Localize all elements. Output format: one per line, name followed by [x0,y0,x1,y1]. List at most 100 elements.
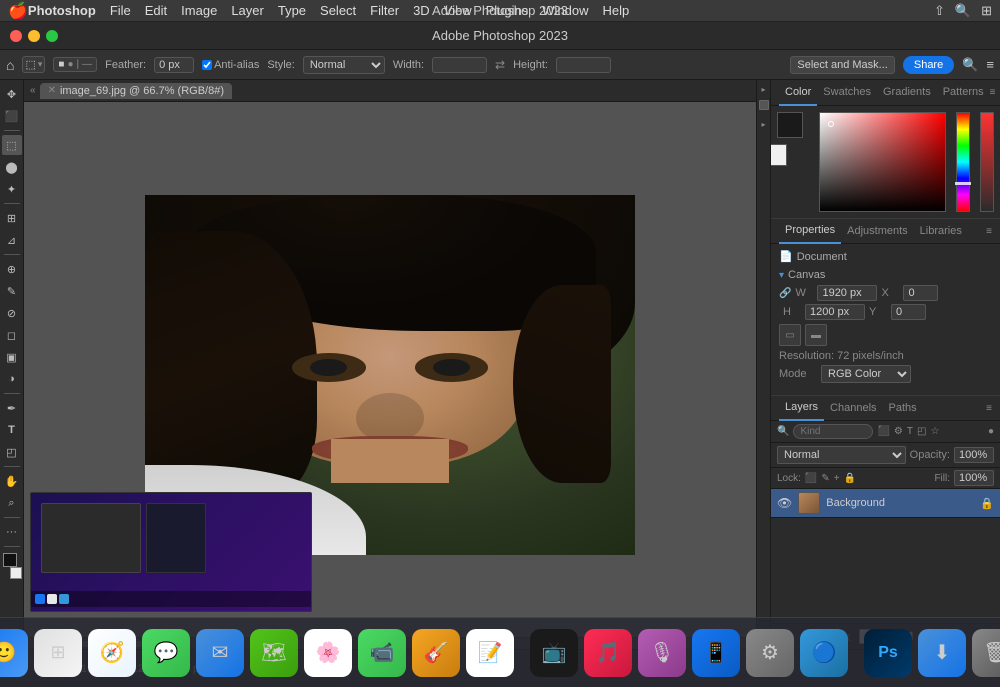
artboard-tool[interactable]: ⬛ [2,106,22,126]
text-tool[interactable]: T [2,420,22,440]
props-panel-collapse[interactable]: ≡ [986,226,992,237]
brush-tool[interactable]: ✎ [2,281,22,301]
hand-tool[interactable]: ✋ [2,471,22,491]
share-button[interactable]: Share [903,56,954,74]
swatches-tab[interactable]: Swatches [817,80,877,106]
paths-tab[interactable]: Paths [883,395,923,421]
color-alpha[interactable] [980,112,994,212]
landscape-icon[interactable]: ▬ [805,324,827,346]
lock-artboard-icon[interactable]: + [834,473,840,484]
photos-dock-icon[interactable]: 🌸 [304,629,352,677]
libraries-tab[interactable]: Libraries [914,218,968,244]
menu-file[interactable]: File [110,3,131,18]
foreground-color[interactable] [3,553,17,567]
marquee-dropdown[interactable]: ▾ [38,59,43,70]
background-layer[interactable]: 👁 Background 🔒 [771,489,1000,518]
layers-panel-collapse[interactable]: ≡ [986,403,992,414]
apple-menu[interactable]: 🍎 [8,1,28,21]
filter-shape-icon[interactable]: ◰ [917,426,926,437]
move-tool[interactable]: ✥ [2,84,22,104]
menu-3d[interactable]: 3D [413,3,430,18]
close-button[interactable] [10,30,22,42]
launchpad-dock-icon[interactable]: ⊞ [34,629,82,677]
minimize-button[interactable] [28,30,40,42]
lock-pixels-icon[interactable]: ⬛ [805,473,817,484]
filter-smart-icon[interactable]: ☆ [930,426,939,437]
filter-toggle[interactable]: ● [988,426,994,437]
style-select[interactable]: Normal Fixed Ratio Fixed Size [303,56,385,74]
lock-all-icon[interactable]: 🔒 [844,473,856,484]
canvas-width-input[interactable] [817,285,877,301]
lasso-tool[interactable]: ⬤ [2,157,22,177]
feather-input[interactable] [154,57,194,73]
filter-pixel-icon[interactable]: ⬛ [877,426,889,437]
control-center-icon[interactable]: ⊞ [981,3,992,19]
music-dock-icon[interactable]: 🎵 [584,629,632,677]
mail-dock-icon[interactable]: ✉ [196,629,244,677]
home-icon[interactable]: ⌂ [6,57,14,73]
properties-tab[interactable]: Properties [779,218,841,244]
healing-tool[interactable]: ⊕ [2,259,22,279]
canvas-y-input[interactable] [891,304,926,320]
menu-edit[interactable]: Edit [145,3,167,18]
workspace-icon[interactable]: ≡ [986,57,994,72]
patterns-tab[interactable]: Patterns [937,80,990,106]
width-input[interactable] [432,57,487,73]
trash-dock-icon[interactable]: 🗑 [972,629,1000,677]
magic-wand-tool[interactable]: ✦ [2,179,22,199]
appstore-dock-icon[interactable]: 📱 [692,629,740,677]
color-mode-select[interactable]: RGB Color CMYK Color Grayscale [821,365,911,383]
lock-position-icon[interactable]: ✎ [821,473,829,484]
layers-tab[interactable]: Layers [779,395,824,421]
adjustments-tab[interactable]: Adjustments [841,218,914,244]
color-panel-collapse[interactable]: ≡ [990,87,996,98]
appletv-dock-icon[interactable]: 📺 [530,629,578,677]
crop-tool[interactable]: ⊞ [2,208,22,228]
fill-input[interactable] [954,470,994,486]
menu-help[interactable]: Help [603,3,630,18]
canvas-height-input[interactable] [805,304,865,320]
marquee-tool[interactable]: ⬚ [2,135,22,155]
menu-select[interactable]: Select [320,3,356,18]
portrait-icon[interactable]: ▭ [779,324,801,346]
canvas-collapse-icon[interactable]: ▾ [779,270,784,281]
background-color[interactable] [10,567,22,579]
anti-alias-checkbox[interactable] [202,60,212,70]
layers-search-input[interactable] [793,424,873,439]
finder-dock-icon[interactable]: 🙂 [0,629,28,677]
menu-layer[interactable]: Layer [231,3,264,18]
menu-type[interactable]: Type [278,3,306,18]
blend-mode-select[interactable]: Normal Multiply Screen [777,446,906,464]
marquee-rect-icon[interactable]: ⬚ [25,58,35,71]
color-gradient-picker[interactable] [819,112,946,212]
panel-options-btn[interactable]: ▸ [759,84,769,94]
document-tab[interactable]: ✕ image_69.jpg @ 66.7% (RGB/8#) [40,83,232,99]
panel-collapse-btn[interactable]: ▸ [761,120,765,129]
reminders-dock-icon[interactable]: 📝 [466,629,514,677]
dodge-tool[interactable]: ◑ [2,369,22,389]
download-dock-icon[interactable]: ⬇ [918,629,966,677]
eraser-tool[interactable]: ◻ [2,325,22,345]
color-tab[interactable]: Color [779,80,817,106]
foreground-swatch[interactable] [777,112,803,138]
channels-tab[interactable]: Channels [824,395,882,421]
gradients-tab[interactable]: Gradients [877,80,937,106]
messages-dock-icon[interactable]: 💬 [142,629,190,677]
gradient-tool[interactable]: ▣ [2,347,22,367]
clone-tool[interactable]: ⊘ [2,303,22,323]
podcast-dock-icon[interactable]: 🎸 [412,629,460,677]
zoom-tool[interactable]: ⌕ [2,493,22,513]
facetime-dock-icon[interactable]: 📹 [358,629,406,677]
pen-tool[interactable]: ✒ [2,398,22,418]
tab-close-icon[interactable]: ✕ [48,85,56,96]
background-swatch[interactable] [770,144,787,166]
tab-collapse[interactable]: « [30,85,36,96]
layer-visibility-icon[interactable]: 👁 [777,496,792,510]
eyedropper-tool[interactable]: ⊿ [2,230,22,250]
select-and-mask-button[interactable]: Select and Mask... [790,56,895,74]
search-icon[interactable]: 🔍 [962,57,978,73]
shape-tool[interactable]: ◰ [2,442,22,462]
menu-filter[interactable]: Filter [370,3,399,18]
menu-photoshop[interactable]: Photoshop [28,3,96,18]
color-spectrum[interactable] [956,112,970,212]
